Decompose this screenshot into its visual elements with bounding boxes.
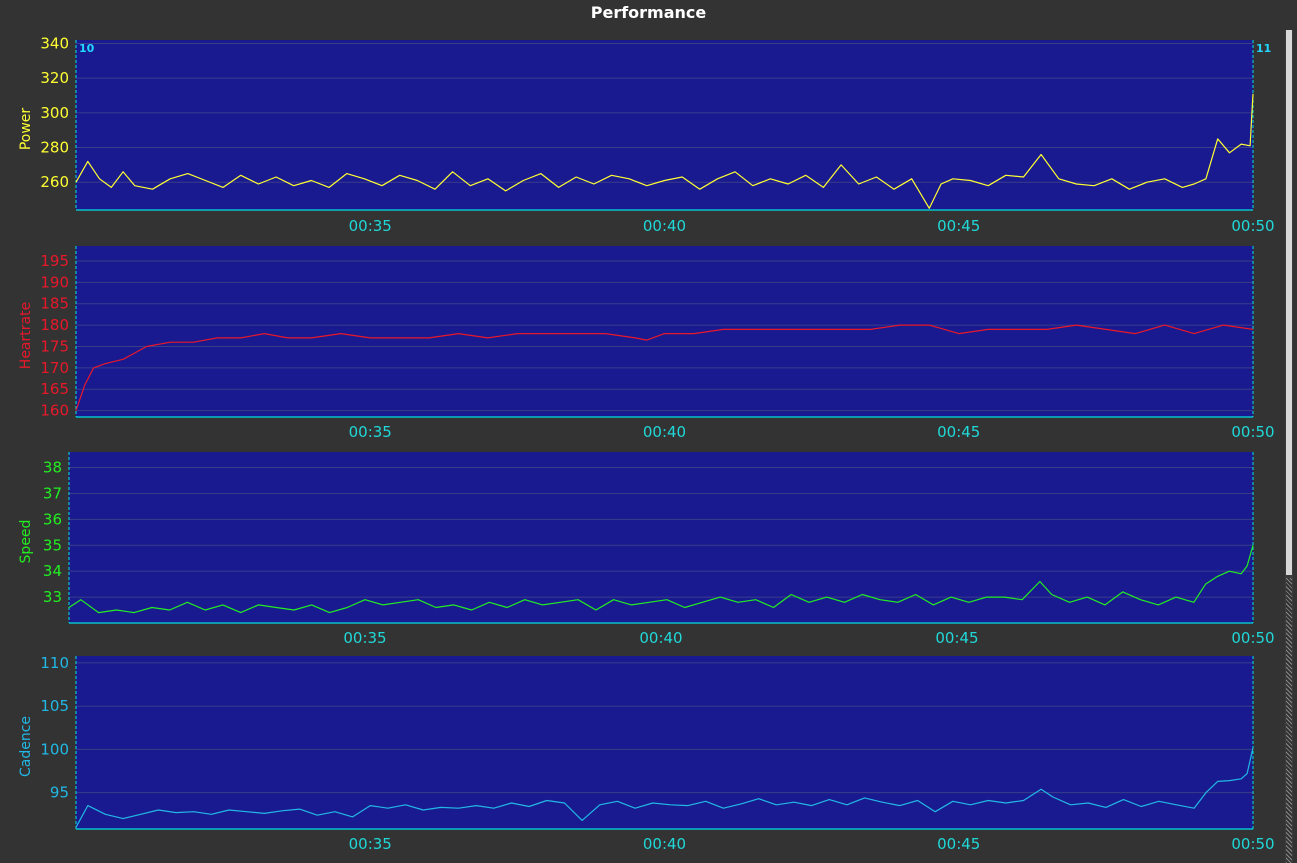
cadence-y-tick-label: 95 [50,784,69,802]
speed-axis-label: Speed [18,520,34,564]
power-x-tick-label: 00:45 [937,217,980,235]
performance-charts: 340 320 300 280 260 00:35 00:40 00:45 00:50 Power… [18,34,1275,853]
speed-y-tick-label: 35 [43,536,62,554]
heartrate-y-tick-label: 175 [40,337,69,355]
power-x-tick-label: 00:50 [1231,217,1274,235]
heartrate-x-tick-label: 00:35 [349,423,392,441]
heartrate-y-tick-label: 190 [40,273,69,291]
cadence-x-tick-label: 00:35 [349,835,392,853]
speed-y-tick-label: 33 [43,588,62,606]
heartrate-y-tick-label: 165 [40,380,69,398]
speed-y-tick-label: 37 [43,484,62,502]
heartrate-y-tick-label: 170 [40,359,69,377]
scrollbar-thumb[interactable] [1286,30,1292,575]
heartrate-y-tick-label: 195 [40,252,69,270]
cadence-x-tick-label: 00:45 [937,835,980,853]
interval-start-marker: 10 [79,42,95,55]
heartrate-x-tick-label: 00:45 [937,423,980,441]
cadence-axis-label: Cadence [18,716,34,777]
heartrate-x-tick-label: 00:50 [1231,423,1274,441]
speed-x-tick-label: 00:45 [935,629,978,647]
power-axis-label: Power [18,108,34,151]
speed-x-tick-label: 00:50 [1231,629,1274,647]
cadence-y-tick-label: 110 [40,654,69,672]
cadence-x-tick-label: 00:40 [643,835,686,853]
speed-y-tick-label: 38 [43,459,62,477]
power-y-tick-label: 260 [40,173,69,191]
speed-x-tick-label: 00:40 [639,629,682,647]
scrollbar-grip[interactable] [1286,578,1292,863]
speed-y-tick-label: 36 [43,510,62,528]
heartrate-y-tick-label: 185 [40,295,69,313]
power-y-tick-label: 300 [40,104,69,122]
cadence-y-tick-label: 105 [40,697,69,715]
cadence-plot-area [76,656,1253,829]
heartrate-y-tick-label: 160 [40,402,69,420]
power-y-tick-label: 340 [40,34,69,52]
interval-end-marker: 11 [1256,42,1271,55]
power-y-tick-label: 320 [40,69,69,87]
heartrate-x-tick-label: 00:40 [643,423,686,441]
heartrate-y-tick-label: 180 [40,316,69,334]
speed-y-tick-label: 34 [43,562,62,580]
speed-x-tick-label: 00:35 [343,629,386,647]
heartrate-axis-label: Heartrate [18,302,34,369]
power-x-tick-label: 00:40 [643,217,686,235]
power-x-tick-label: 00:35 [349,217,392,235]
cadence-y-tick-label: 100 [40,740,69,758]
cadence-x-tick-label: 00:50 [1231,835,1274,853]
heartrate-plot-area [76,246,1253,417]
power-y-tick-label: 280 [40,139,69,157]
